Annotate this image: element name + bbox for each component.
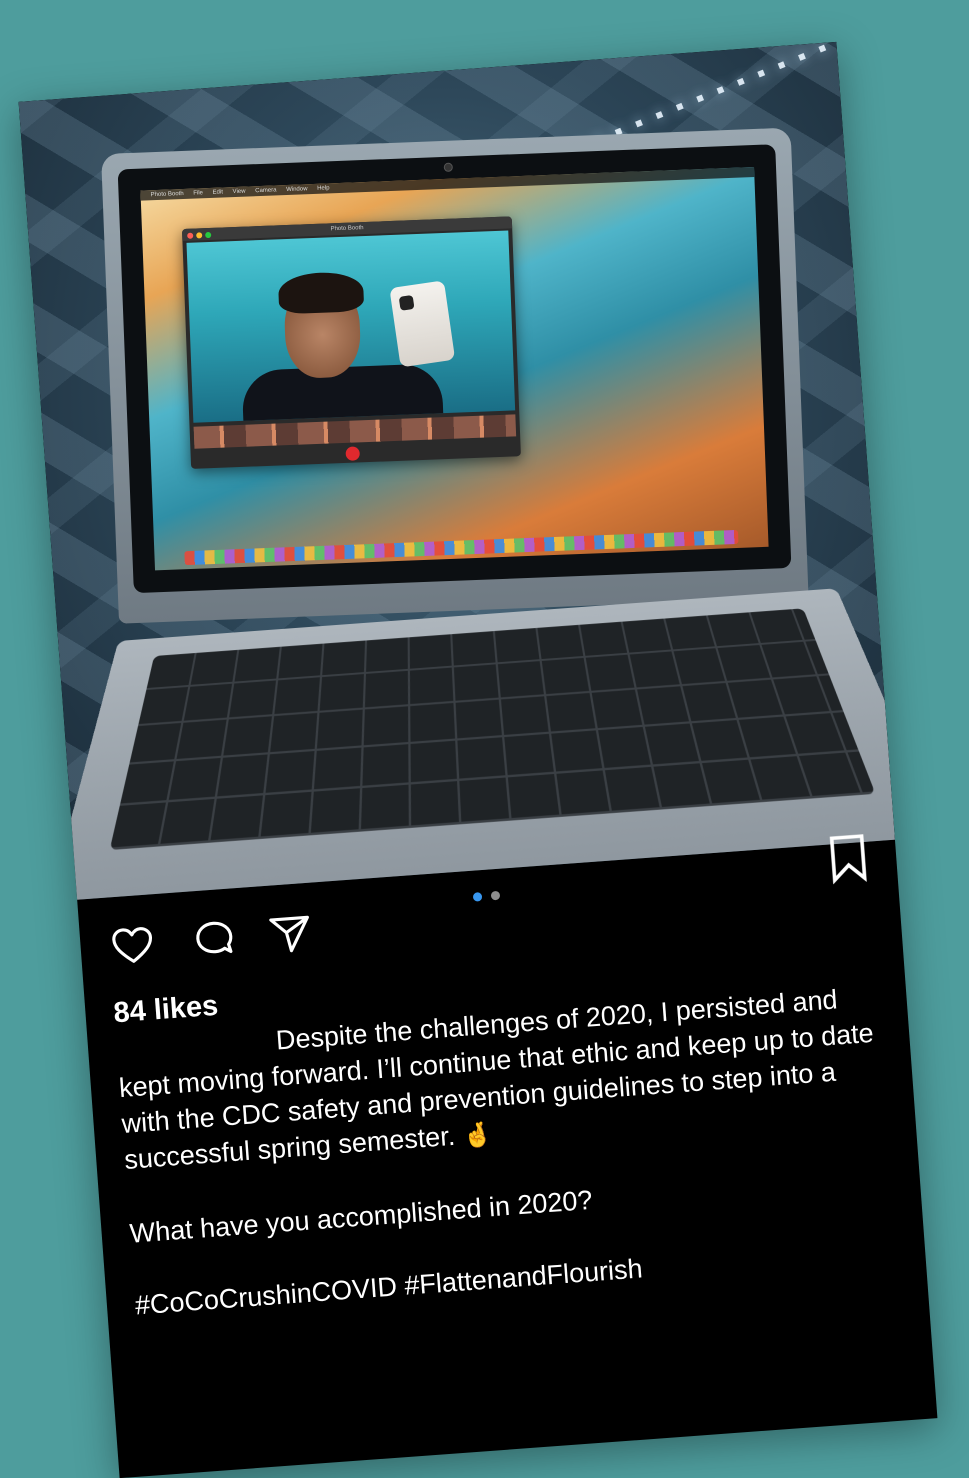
menu-item: View bbox=[232, 188, 246, 196]
laptop-keyboard bbox=[109, 608, 876, 851]
carousel-dot bbox=[491, 890, 501, 901]
carousel-dot-active bbox=[472, 892, 483, 902]
window-title: Photo Booth bbox=[330, 225, 364, 233]
shutter-icon bbox=[345, 446, 360, 461]
send-icon[interactable] bbox=[267, 911, 314, 958]
menu-item: Help bbox=[317, 185, 330, 192]
caption-question: What have you accomplished in 2020? bbox=[128, 1184, 594, 1249]
instagram-post-card: Photo Booth File Edit View Camera Window… bbox=[18, 41, 938, 1478]
phone-camera-icon bbox=[398, 294, 415, 311]
person-hair bbox=[277, 271, 365, 315]
laptop-bezel: Photo Booth File Edit View Camera Window… bbox=[117, 144, 792, 594]
webcam-view bbox=[186, 230, 516, 423]
menu-item: Camera bbox=[255, 187, 277, 195]
photo-booth-window: Photo Booth bbox=[181, 216, 521, 469]
menu-item: Photo Booth bbox=[150, 190, 184, 199]
menu-item: Window bbox=[286, 186, 308, 194]
crossed-fingers-emoji: 🤞 bbox=[461, 1120, 494, 1151]
comment-icon[interactable] bbox=[191, 916, 238, 963]
caption-hashtags[interactable]: #CoCoCrushinCOVID #FlattenandFlourish bbox=[134, 1231, 905, 1323]
webcam-dot bbox=[443, 162, 453, 172]
phone-in-hand bbox=[389, 280, 456, 368]
heart-icon[interactable] bbox=[109, 922, 156, 969]
laptop-desktop: Photo Booth File Edit View Camera Window… bbox=[140, 167, 769, 571]
laptop-screen-lid: Photo Booth File Edit View Camera Window… bbox=[101, 127, 809, 624]
bookmark-icon[interactable] bbox=[826, 832, 870, 885]
mac-dock bbox=[184, 529, 739, 566]
post-photo[interactable]: Photo Booth File Edit View Camera Window… bbox=[18, 41, 895, 900]
carousel-indicator bbox=[472, 886, 506, 906]
post-caption-area: 84 likes Despite the challenges of 2020,… bbox=[112, 941, 904, 1324]
username-placeholder[interactable] bbox=[117, 1050, 277, 1062]
menu-item: Edit bbox=[212, 189, 224, 196]
mac-menu-bar: Photo Booth File Edit View Camera Window… bbox=[140, 167, 755, 201]
menu-item: File bbox=[193, 190, 204, 197]
